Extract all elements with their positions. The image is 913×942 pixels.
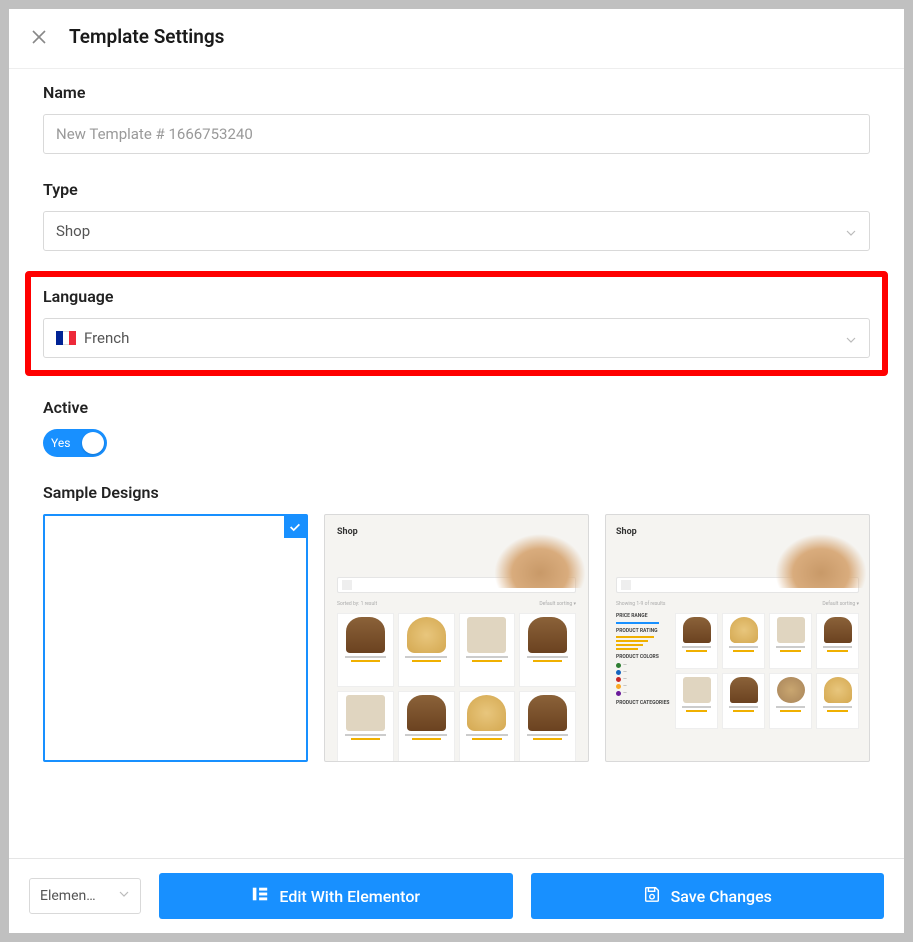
check-icon — [284, 516, 306, 538]
chevron-down-icon — [845, 332, 857, 344]
design-card-shop-grid[interactable]: Shop Sorted by: 1 resultDefault sorting … — [324, 514, 589, 762]
toggle-label: Yes — [51, 436, 70, 450]
save-changes-button[interactable]: Save Changes — [531, 873, 885, 919]
toggle-knob — [82, 432, 104, 454]
name-label: Name — [43, 83, 870, 102]
language-label: Language — [43, 287, 870, 306]
template-settings-panel: Template Settings Name Type Shop Languag… — [9, 9, 904, 933]
sample-designs-label: Sample Designs — [43, 483, 870, 502]
edit-button-label: Edit With Elementor — [279, 887, 420, 906]
language-value: French — [84, 329, 129, 347]
flag-fr-icon — [56, 331, 76, 345]
active-field: Active Yes — [43, 398, 870, 457]
page-title: Template Settings — [69, 25, 224, 48]
language-highlight: Language French — [25, 271, 888, 376]
active-label: Active — [43, 398, 870, 417]
name-field: Name — [43, 83, 870, 154]
panel-header: Template Settings — [9, 9, 904, 68]
close-icon[interactable] — [31, 29, 47, 45]
designs-row: Shop Sorted by: 1 resultDefault sorting … — [43, 514, 870, 762]
content-scroll[interactable]: Name Type Shop Language French — [9, 68, 904, 858]
design-card-shop-sidebar[interactable]: Shop Showing 1-9 of resultsDefault sorti… — [605, 514, 870, 762]
editor-select-value: Elemen… — [40, 888, 96, 904]
footer-bar: Elemen… Edit With Elementor Save Changes — [9, 858, 904, 933]
editor-select[interactable]: Elemen… — [29, 878, 141, 914]
active-toggle[interactable]: Yes — [43, 429, 107, 457]
language-select[interactable]: French — [43, 318, 870, 358]
elementor-icon — [251, 885, 269, 907]
chevron-down-icon — [118, 888, 130, 904]
type-field: Type Shop — [43, 180, 870, 251]
edit-with-elementor-button[interactable]: Edit With Elementor — [159, 873, 513, 919]
type-value: Shop — [56, 222, 90, 240]
sample-designs-field: Sample Designs Shop Sorted by: 1 resultD… — [43, 483, 870, 762]
save-button-label: Save Changes — [671, 887, 772, 906]
type-select[interactable]: Shop — [43, 211, 870, 251]
name-input[interactable] — [43, 114, 870, 154]
chevron-down-icon — [845, 225, 857, 237]
save-icon — [643, 885, 661, 907]
type-label: Type — [43, 180, 870, 199]
design-card-blank[interactable] — [43, 514, 308, 762]
